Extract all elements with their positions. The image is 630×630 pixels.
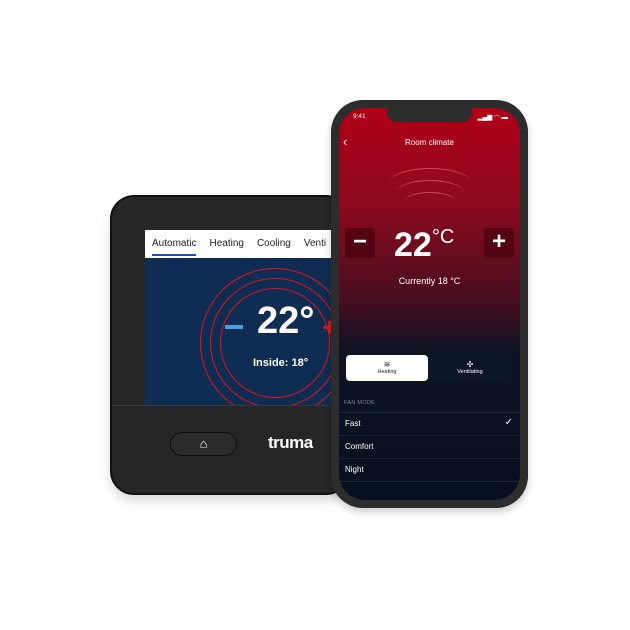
- tab-ventilating[interactable]: Venti: [304, 238, 326, 258]
- status-icons: ▂▄▆ ◠ ▬: [477, 114, 508, 121]
- fan-mode-label: Comfort: [345, 442, 374, 451]
- inside-temperature: Inside: 18°: [253, 357, 308, 369]
- home-button[interactable]: ⌂: [170, 432, 237, 456]
- fan-mode-label: Night: [345, 465, 364, 474]
- mode-ventilating[interactable]: ✣ Ventilating: [429, 355, 511, 381]
- fan-mode-comfort[interactable]: Comfort: [339, 435, 520, 457]
- fan-icon: ✣: [466, 360, 474, 369]
- set-temperature: 22°: [257, 300, 315, 342]
- increase-button[interactable]: +: [484, 228, 514, 258]
- mode-label: Heating: [377, 369, 397, 375]
- mode-selector: ≋ Heating ✣ Ventilating: [345, 354, 512, 382]
- tab-heating[interactable]: Heating: [209, 238, 243, 258]
- status-time: 9:41: [353, 113, 366, 120]
- divider: [339, 481, 520, 500]
- fan-mode-label: Fast: [345, 419, 361, 428]
- fan-mode-fast[interactable]: Fast ✓: [339, 412, 520, 434]
- inside-value: 18°: [291, 357, 309, 369]
- current-temperature: Currently 18 °C: [398, 276, 461, 286]
- fan-mode-night[interactable]: Night: [339, 458, 520, 480]
- checkmark-icon: ✓: [504, 417, 513, 428]
- tab-cooling[interactable]: Cooling: [257, 238, 291, 258]
- heating-icon: ≋: [383, 360, 391, 369]
- page-title: Room climate: [405, 138, 454, 147]
- panel-screen: Automatic Heating Cooling Venti + 22° In…: [145, 230, 345, 406]
- tab-automatic[interactable]: Automatic: [152, 238, 197, 256]
- notch: [387, 108, 472, 122]
- phone-screen: 9:41 ▂▄▆ ◠ ▬ ‹ Room climate − + 22°C Cur…: [339, 108, 520, 500]
- home-icon: ⌂: [199, 436, 208, 451]
- temperature-unit: °C: [431, 226, 455, 248]
- decrease-button[interactable]: [225, 325, 243, 329]
- temperature-value: 22: [394, 226, 432, 264]
- truma-logo: truma: [268, 433, 313, 452]
- inside-label: Inside:: [253, 357, 289, 369]
- set-temperature: 22°C: [394, 226, 454, 265]
- decrease-button[interactable]: −: [345, 228, 375, 258]
- mode-heating[interactable]: ≋ Heating: [346, 355, 428, 381]
- mode-label: Ventilating: [457, 369, 483, 375]
- heat-wave-icon: [405, 192, 455, 210]
- section-label: FAN MODE: [344, 400, 376, 406]
- panel-tabs: Automatic Heating Cooling Venti: [145, 230, 345, 258]
- divider: [112, 405, 342, 406]
